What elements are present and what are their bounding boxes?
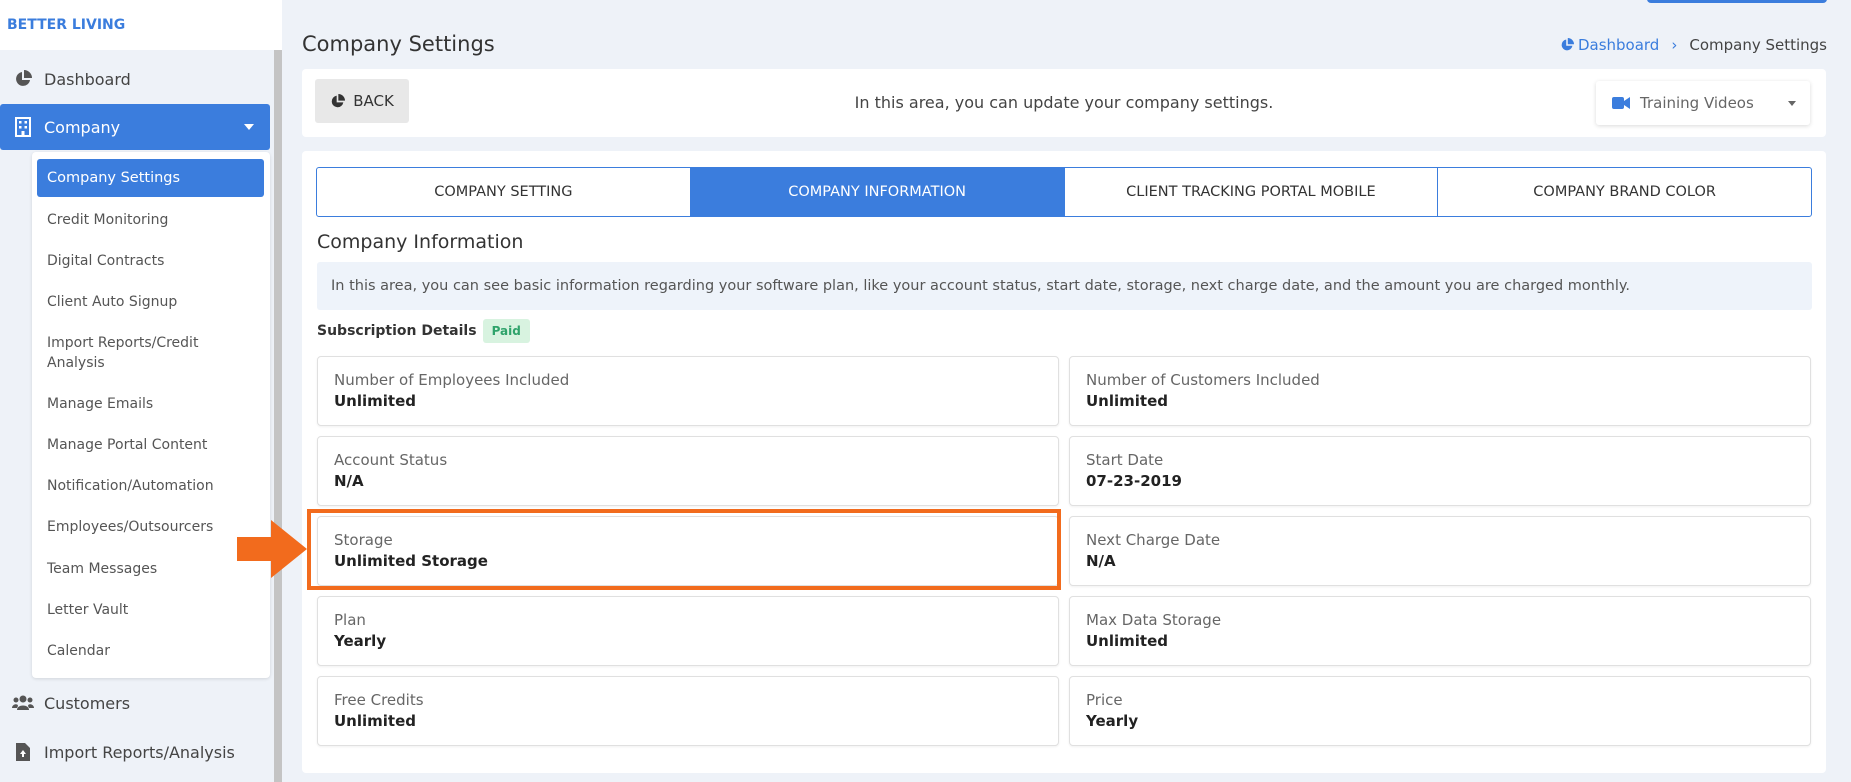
pie-chart-icon: [330, 93, 346, 109]
submenu-item-digital-contracts[interactable]: Digital Contracts: [47, 251, 257, 271]
detail-label: Number of Customers Included: [1086, 371, 1320, 389]
submenu-item-manage-portal-content[interactable]: Manage Portal Content: [47, 435, 257, 455]
status-badge: Paid: [482, 319, 530, 343]
sidebar: BETTER LIVING Dashboard Company Company …: [0, 0, 282, 782]
video-camera-icon: [1612, 97, 1630, 109]
chevron-down-icon: [244, 124, 254, 130]
detail-value: Yearly: [334, 632, 387, 650]
breadcrumb-current: Company Settings: [1689, 36, 1827, 54]
sidebar-item-label: Customers: [44, 693, 131, 713]
building-icon: [12, 116, 34, 138]
submenu-item-client-auto-signup[interactable]: Client Auto Signup: [47, 292, 257, 312]
file-upload-icon: [12, 741, 34, 763]
breadcrumb: Dashboard › Company Settings: [1560, 36, 1827, 54]
detail-label: Plan: [334, 611, 366, 629]
detail-card-employees: Number of Employees Included Unlimited: [317, 356, 1059, 426]
submenu-item-notification-automation[interactable]: Notification/Automation: [47, 476, 257, 496]
sidebar-item-label: Company: [44, 117, 121, 137]
back-button[interactable]: BACK: [315, 79, 409, 123]
brand-logo[interactable]: BETTER LIVING: [0, 0, 282, 50]
detail-card-plan: Plan Yearly: [317, 596, 1059, 666]
main-panel: COMPANY SETTING COMPANY INFORMATION CLIE…: [302, 151, 1826, 773]
arrow-right-icon: [237, 520, 307, 582]
detail-label: Account Status: [334, 451, 448, 469]
detail-value: Unlimited: [334, 392, 416, 410]
detail-value: Yearly: [1086, 712, 1139, 730]
training-videos-dropdown[interactable]: Training Videos: [1596, 81, 1810, 125]
detail-label: Next Charge Date: [1086, 531, 1221, 549]
pie-chart-icon: [12, 68, 34, 90]
detail-value: 07-23-2019: [1086, 472, 1182, 490]
submenu-item-company-settings[interactable]: Company Settings: [37, 159, 264, 197]
submenu-item-calendar[interactable]: Calendar: [47, 641, 257, 661]
detail-card-account-status: Account Status N/A: [317, 436, 1059, 506]
submenu-item-credit-monitoring[interactable]: Credit Monitoring: [47, 210, 257, 230]
sidebar-item-label: Dashboard: [44, 69, 131, 89]
back-button-label: BACK: [353, 92, 394, 110]
section-title: Company Information: [317, 231, 524, 253]
chevron-down-icon: [1788, 101, 1796, 106]
sidebar-scrollbar[interactable]: [274, 50, 282, 782]
page-title: Company Settings: [302, 32, 495, 56]
submenu-item-import-reports-credit-analysis[interactable]: Import Reports/Credit Analysis: [47, 333, 227, 373]
tab-company-information[interactable]: COMPANY INFORMATION: [690, 168, 1065, 216]
submenu-item-manage-emails[interactable]: Manage Emails: [47, 394, 257, 414]
detail-value: Unlimited: [334, 712, 416, 730]
detail-value: Unlimited: [1086, 392, 1168, 410]
training-videos-label: Training Videos: [1640, 94, 1754, 112]
subscription-details: Subscription Details Paid: [317, 319, 530, 343]
subscription-label: Subscription Details: [317, 323, 477, 339]
tab-company-setting[interactable]: COMPANY SETTING: [317, 168, 691, 216]
sidebar-item-import-reports[interactable]: Import Reports/Analysis: [0, 729, 270, 775]
detail-card-max-data-storage: Max Data Storage Unlimited: [1069, 596, 1811, 666]
settings-tabs: COMPANY SETTING COMPANY INFORMATION CLIE…: [316, 167, 1812, 217]
detail-label: Start Date: [1086, 451, 1164, 469]
tab-company-brand-color[interactable]: COMPANY BRAND COLOR: [1438, 168, 1811, 216]
chevron-right-icon: ›: [1671, 36, 1678, 54]
sidebar-item-label: Import Reports/Analysis: [44, 742, 235, 762]
submenu-item-employees-outsourcers[interactable]: Employees/Outsourcers: [47, 517, 257, 537]
detail-card-next-charge-date: Next Charge Date N/A: [1069, 516, 1811, 586]
detail-card-price: Price Yearly: [1069, 676, 1811, 746]
detail-label: Max Data Storage: [1086, 611, 1222, 629]
detail-card-customers: Number of Customers Included Unlimited: [1069, 356, 1811, 426]
detail-label: Number of Employees Included: [334, 371, 570, 389]
detail-card-free-credits: Free Credits Unlimited: [317, 676, 1059, 746]
header-action-button[interactable]: [1647, 0, 1827, 3]
sidebar-item-company[interactable]: Company: [0, 104, 270, 150]
submenu-item-team-messages[interactable]: Team Messages: [47, 559, 257, 579]
users-icon: [12, 692, 34, 714]
sidebar-item-customers[interactable]: Customers: [0, 680, 270, 726]
detail-value: N/A: [1086, 552, 1116, 570]
detail-label: Price: [1086, 691, 1123, 709]
storage-highlight-box: [307, 509, 1061, 590]
breadcrumb-home-label: Dashboard: [1577, 36, 1660, 54]
sidebar-item-dashboard[interactable]: Dashboard: [0, 56, 270, 102]
detail-label: Free Credits: [334, 691, 424, 709]
submenu-item-letter-vault[interactable]: Letter Vault: [47, 600, 257, 620]
settings-toolbar: In this area, you can update your compan…: [302, 69, 1826, 137]
info-alert: In this area, you can see basic informat…: [317, 262, 1812, 310]
tab-client-tracking-portal-mobile[interactable]: CLIENT TRACKING PORTAL MOBILE: [1065, 168, 1439, 216]
detail-value: Unlimited: [1086, 632, 1168, 650]
pie-chart-icon: [1560, 38, 1574, 52]
detail-card-start-date: Start Date 07-23-2019: [1069, 436, 1811, 506]
company-submenu: Company Settings Credit Monitoring Digit…: [32, 152, 270, 678]
breadcrumb-home-link[interactable]: Dashboard: [1560, 36, 1659, 54]
detail-value: N/A: [334, 472, 364, 490]
